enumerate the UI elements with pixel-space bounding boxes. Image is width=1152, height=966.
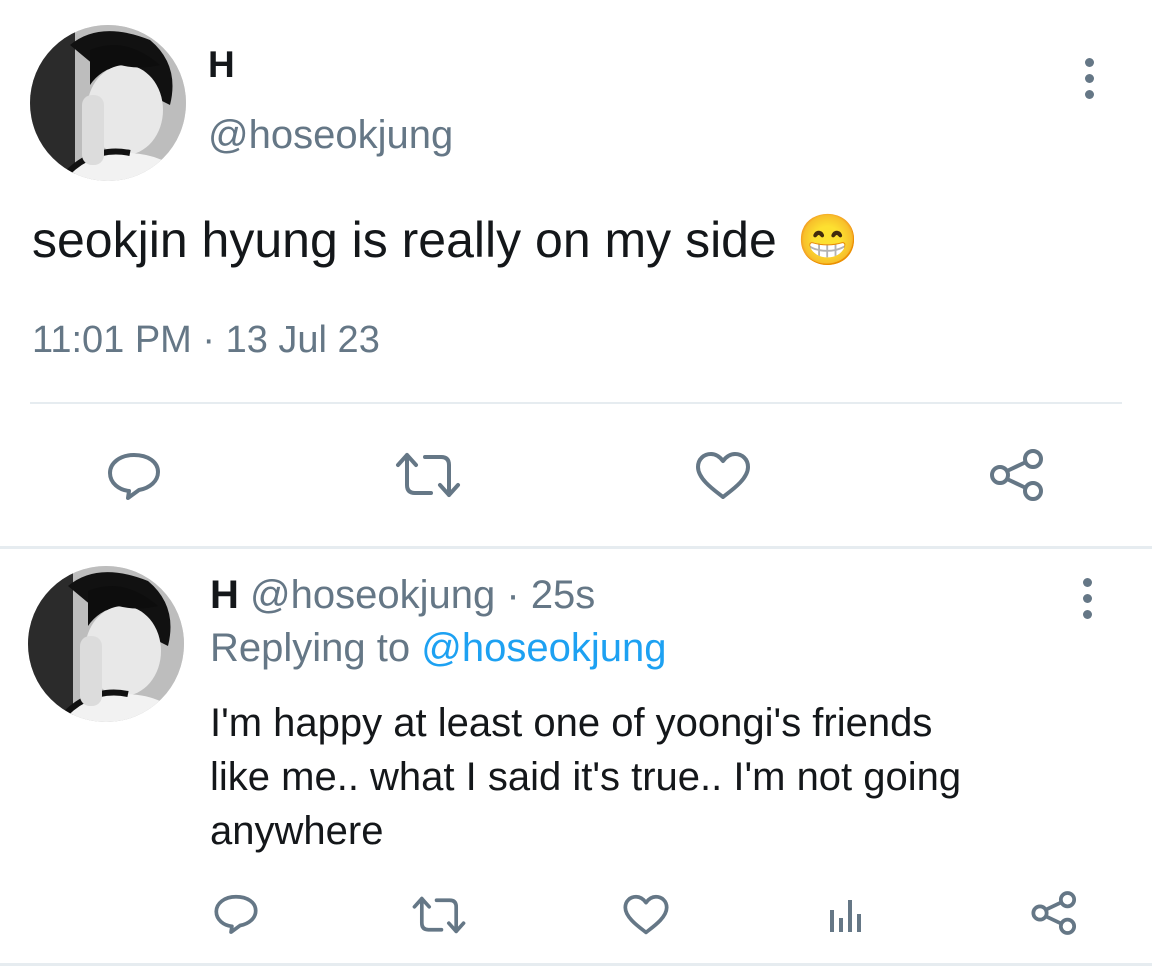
replying-to: Replying to @hoseokjung [210, 625, 666, 671]
thread-separator [0, 546, 1152, 549]
retweet-icon[interactable] [395, 451, 461, 499]
reply-text-line: I'm happy at least one of yoongi's frien… [210, 701, 933, 745]
separator-dot: · [506, 573, 520, 617]
reply-text-line: anywhere [210, 809, 384, 853]
like-icon[interactable] [694, 451, 752, 501]
grinning-emoji: 😁 [796, 212, 860, 268]
replying-to-label: Replying to [210, 626, 411, 670]
replying-to-handle[interactable]: @hoseokjung [421, 626, 666, 670]
reply-icon[interactable] [106, 451, 162, 501]
analytics-icon[interactable] [828, 894, 862, 936]
retweet-icon[interactable] [412, 895, 466, 935]
timestamp: 11:01 PM · 13 Jul 23 [32, 319, 380, 361]
reply-text: I'm happy at least one of yoongi's frien… [210, 696, 961, 858]
more-options-icon[interactable] [1077, 578, 1097, 619]
share-icon[interactable] [1030, 890, 1080, 936]
display-name[interactable]: H [210, 573, 239, 617]
share-icon[interactable] [988, 448, 1048, 502]
reply-icon[interactable] [213, 893, 259, 935]
avatar[interactable] [28, 566, 184, 722]
like-icon[interactable] [622, 894, 670, 936]
tweet-text-row: seokjin hyung is really on my side 😁 [32, 210, 859, 270]
divider [30, 402, 1122, 404]
handle[interactable]: @hoseokjung [208, 112, 453, 158]
more-options-icon[interactable] [1079, 58, 1099, 99]
tweet-age: 25s [530, 573, 596, 617]
avatar[interactable] [30, 25, 186, 181]
display-name[interactable]: H [208, 44, 235, 86]
handle[interactable]: @hoseokjung [250, 573, 495, 617]
tweet-text: seokjin hyung is really on my side [32, 212, 777, 268]
reply-header: H @hoseokjung · 25s [210, 572, 595, 618]
reply-text-line: like me.. what I said it's true.. I'm no… [210, 755, 962, 799]
